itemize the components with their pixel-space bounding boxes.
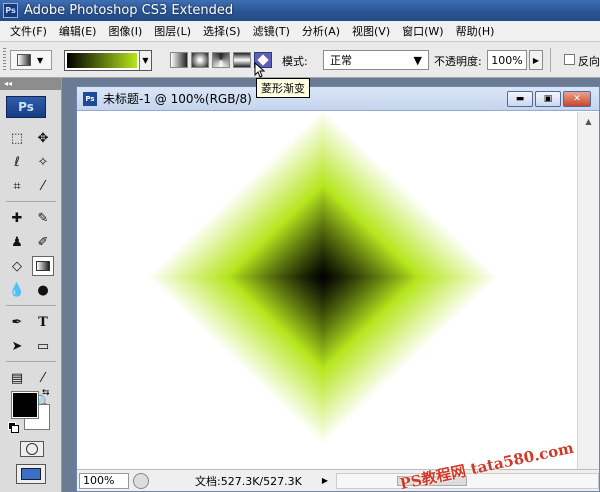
document-ps-icon: Ps bbox=[83, 91, 97, 106]
document-window: Ps 未标题-1 @ 100%(RGB/8) ▬ ▣ ✕ ▲ 100% 文档:5… bbox=[76, 86, 600, 492]
document-title: 未标题-1 @ 100%(RGB/8) bbox=[103, 92, 252, 106]
slice-tool-icon[interactable]: ⁄ bbox=[32, 176, 54, 196]
mode-value: 正常 bbox=[330, 54, 352, 67]
divider bbox=[6, 201, 56, 202]
app-title-bar: Ps Adobe Photoshop CS3 Extended bbox=[0, 0, 600, 21]
reverse-label: 反向 bbox=[578, 55, 600, 68]
swap-colors-icon[interactable]: ⇆ bbox=[42, 388, 50, 398]
menu-filter[interactable]: 滤镜(T) bbox=[247, 23, 296, 39]
options-bar-grip-icon[interactable] bbox=[3, 48, 6, 72]
linear-gradient-button[interactable] bbox=[170, 52, 188, 68]
close-button[interactable]: ✕ bbox=[563, 91, 591, 107]
quick-mask-icon[interactable] bbox=[20, 441, 44, 457]
document-size: 文档:527.3K/527.3K bbox=[195, 474, 302, 488]
maximize-button[interactable]: ▣ bbox=[535, 91, 561, 107]
toolbox-photoshop-logo[interactable]: Ps bbox=[6, 96, 46, 118]
chevron-right-icon[interactable]: ▶ bbox=[322, 476, 328, 485]
status-bar: 100% 文档:527.3K/527.3K ▶ bbox=[77, 469, 599, 491]
move-tool-icon[interactable]: ✥ bbox=[32, 128, 54, 148]
opacity-label: 不透明度: bbox=[434, 55, 482, 68]
zoom-field[interactable]: 100% bbox=[79, 472, 129, 489]
document-title-bar[interactable]: Ps 未标题-1 @ 100%(RGB/8) ▬ ▣ ✕ bbox=[77, 87, 599, 111]
toolbox-collapse-icon[interactable]: ◂◂ bbox=[0, 78, 61, 90]
clone-stamp-tool-icon[interactable]: ♟ bbox=[6, 232, 28, 252]
eyedropper-tool-icon[interactable]: ⁄ bbox=[32, 368, 54, 388]
chevron-down-icon: ▼ bbox=[37, 55, 44, 65]
healing-brush-tool-icon[interactable]: ✚ bbox=[6, 208, 28, 228]
scroll-up-icon[interactable]: ▲ bbox=[578, 112, 599, 130]
menu-window[interactable]: 窗口(W) bbox=[396, 23, 449, 39]
crop-tool-icon[interactable]: ⌗ bbox=[6, 176, 28, 196]
diamond-gradient-image bbox=[145, 112, 501, 447]
status-info-icon[interactable] bbox=[133, 472, 149, 489]
history-brush-tool-icon[interactable]: ✐ bbox=[32, 232, 54, 252]
mode-label: 模式: bbox=[282, 55, 308, 68]
menu-analysis[interactable]: 分析(A) bbox=[296, 23, 346, 39]
vertical-scrollbar[interactable]: ▲ bbox=[577, 112, 599, 469]
menu-help[interactable]: 帮助(H) bbox=[450, 23, 501, 39]
menu-file[interactable]: 文件(F) bbox=[4, 23, 53, 39]
chevron-down-icon: ▼ bbox=[413, 53, 422, 67]
notes-tool-icon[interactable]: ▤ bbox=[6, 368, 28, 388]
reflected-gradient-button[interactable] bbox=[233, 52, 251, 68]
divider bbox=[6, 361, 56, 362]
canvas[interactable] bbox=[77, 112, 577, 469]
menu-image[interactable]: 图像(I) bbox=[102, 23, 148, 39]
tooltip: 菱形渐变 bbox=[256, 78, 310, 98]
photoshop-logo-icon: Ps bbox=[3, 3, 18, 18]
foreground-color-swatch[interactable] bbox=[11, 391, 39, 419]
divider bbox=[550, 48, 551, 72]
blur-tool-icon[interactable]: 💧 bbox=[6, 280, 28, 300]
mode-select[interactable]: 正常 ▼ bbox=[323, 50, 429, 70]
mouse-cursor-icon bbox=[254, 62, 266, 78]
screen-mode-icon[interactable] bbox=[16, 464, 46, 484]
menu-layer[interactable]: 图层(L) bbox=[148, 23, 197, 39]
lasso-tool-icon[interactable]: ℓ bbox=[6, 152, 28, 172]
tool-preset-picker[interactable]: ▼ bbox=[10, 50, 52, 70]
radial-gradient-button[interactable] bbox=[191, 52, 209, 68]
gradient-picker[interactable]: ▼ bbox=[64, 50, 152, 71]
brush-tool-icon[interactable]: ✎ bbox=[32, 208, 54, 228]
menu-edit[interactable]: 编辑(E) bbox=[53, 23, 103, 39]
menu-bar: 文件(F) 编辑(E) 图像(I) 图层(L) 选择(S) 滤镜(T) 分析(A… bbox=[0, 21, 600, 42]
marquee-tool-icon[interactable]: ⬚ bbox=[6, 128, 28, 148]
pen-tool-icon[interactable]: ✒ bbox=[6, 312, 28, 332]
magic-wand-tool-icon[interactable]: ✧ bbox=[32, 152, 54, 172]
shape-tool-icon[interactable]: ▭ bbox=[32, 336, 54, 356]
reverse-checkbox[interactable] bbox=[564, 54, 575, 65]
divider bbox=[6, 305, 56, 306]
gradient-tool-icon bbox=[17, 54, 31, 66]
opacity-input[interactable]: 100% bbox=[487, 50, 527, 70]
eraser-tool-icon[interactable]: ◇ bbox=[6, 256, 28, 276]
minimize-button[interactable]: ▬ bbox=[507, 91, 533, 107]
app-title: Adobe Photoshop CS3 Extended bbox=[24, 3, 234, 18]
chevron-right-icon[interactable]: ▶ bbox=[529, 50, 543, 70]
options-bar: ▼ ▼ 菱形渐变 模式: 正常 ▼ 不透明度: 100% ▶ 反向 bbox=[0, 42, 600, 98]
path-selection-tool-icon[interactable]: ➤ bbox=[6, 336, 28, 356]
default-colors-icon[interactable] bbox=[8, 422, 19, 433]
chevron-down-icon[interactable]: ▼ bbox=[139, 51, 151, 70]
toolbox: ◂◂ Ps ⬚ ✥ ℓ ✧ ⌗ ⁄ ✚ ✎ ♟ ✐ ◇ 💧 ● ✒ T ➤ ▭ … bbox=[0, 78, 62, 492]
type-tool-icon[interactable]: T bbox=[32, 312, 54, 332]
dodge-tool-icon[interactable]: ● bbox=[32, 280, 54, 300]
angle-gradient-button[interactable] bbox=[212, 52, 230, 68]
menu-view[interactable]: 视图(V) bbox=[346, 23, 396, 39]
gradient-preview[interactable] bbox=[67, 53, 137, 68]
menu-select[interactable]: 选择(S) bbox=[197, 23, 247, 39]
gradient-tool-icon[interactable] bbox=[32, 256, 54, 276]
